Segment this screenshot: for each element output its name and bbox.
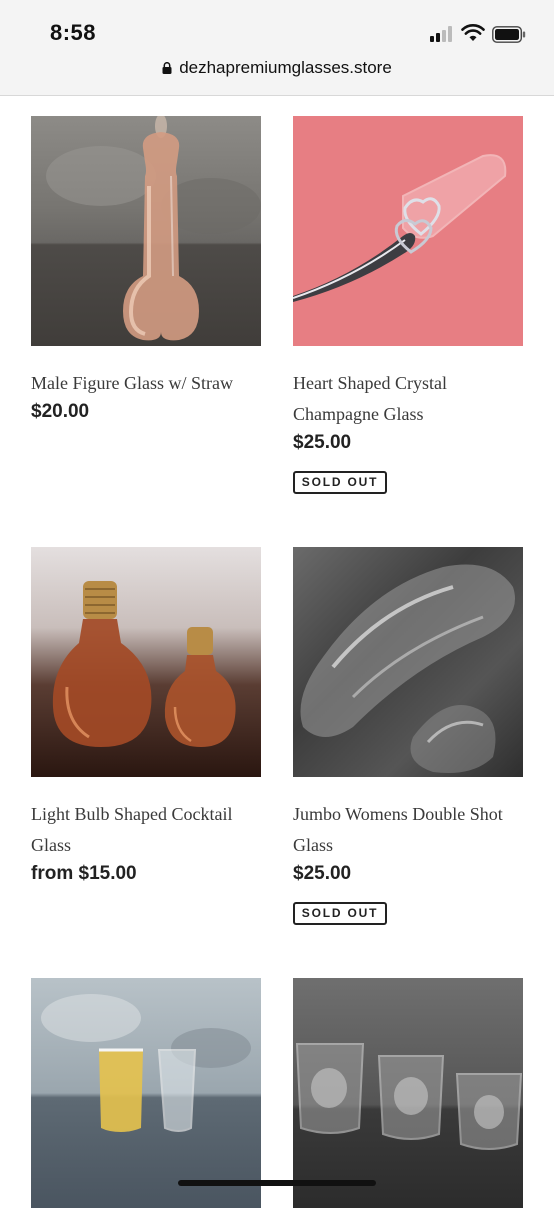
product-image-jumbo-womens-shot-glass[interactable] xyxy=(293,547,523,777)
url-text: dezhapremiumglasses.store xyxy=(179,58,392,77)
home-indicator[interactable] xyxy=(178,1180,376,1186)
battery-icon xyxy=(492,26,526,43)
browser-header: 8:58 dezhapremiumglasses.store xyxy=(0,0,554,96)
product-image-5[interactable] xyxy=(31,978,261,1208)
product-price: $25.00 xyxy=(293,432,352,453)
product-title[interactable]: Light Bulb Shaped Cocktail Glass xyxy=(31,799,267,861)
product-image-6[interactable] xyxy=(293,978,523,1208)
address-bar[interactable]: dezhapremiumglasses.store xyxy=(0,58,554,84)
product-image-heart-champagne-glass[interactable] xyxy=(293,116,523,346)
product-image-male-figure-glass[interactable] xyxy=(31,116,261,346)
sold-out-badge: SOLD OUT xyxy=(293,471,387,494)
product-title[interactable]: Heart Shaped Crystal Champagne Glass xyxy=(293,368,529,430)
wifi-icon xyxy=(461,24,485,41)
product-title[interactable]: Male Figure Glass w/ Straw xyxy=(31,368,267,399)
product-title[interactable]: Jumbo Womens Double Shot Glass xyxy=(293,799,529,861)
status-time: 8:58 xyxy=(50,20,97,45)
product-price: $20.00 xyxy=(31,401,90,422)
cellular-signal-icon xyxy=(430,26,456,42)
product-image-light-bulb-glass[interactable] xyxy=(31,547,261,777)
product-price: from $15.00 xyxy=(31,863,137,884)
product-price: $25.00 xyxy=(293,863,352,884)
sold-out-badge: SOLD OUT xyxy=(293,902,387,925)
lock-icon xyxy=(162,62,172,74)
